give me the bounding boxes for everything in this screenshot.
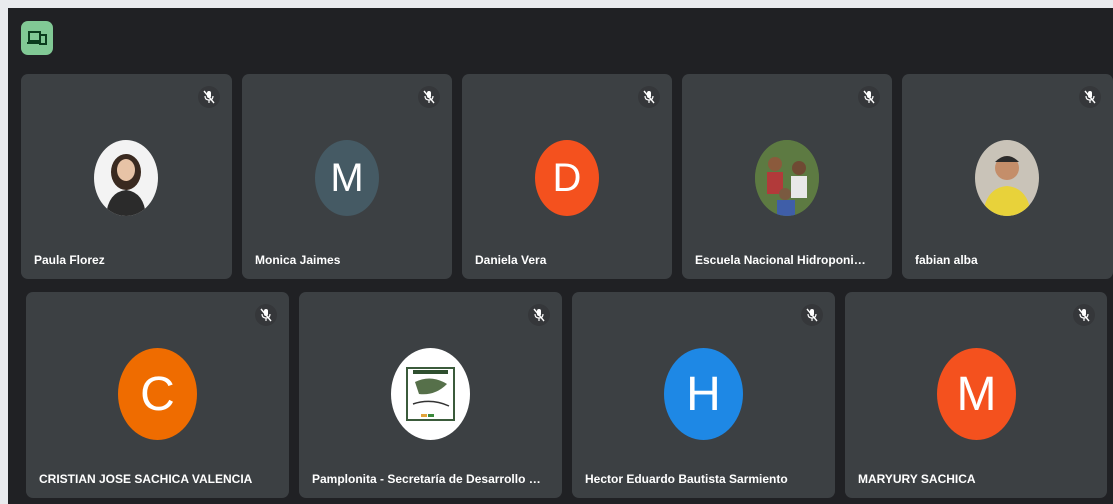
participant-tile[interactable]: M MARYURY SACHICA [845,292,1107,498]
participant-tile[interactable]: M Monica Jaimes [242,74,452,279]
avatar: M [315,140,379,216]
mic-off-icon [198,86,220,108]
avatar: H [664,348,743,440]
participant-name: MARYURY SACHICA [858,472,976,486]
participant-name: Hector Eduardo Bautista Sarmiento [585,472,788,486]
mic-off-icon [418,86,440,108]
person-photo-icon [975,140,1039,216]
participant-tile[interactable]: Pamplonita - Secretaría de Desarrollo Pr… [299,292,562,498]
participant-tile[interactable]: Paula Florez [21,74,232,279]
avatar-initial: M [956,367,997,421]
participant-name: Daniela Vera [475,253,547,267]
avatar: D [535,140,599,216]
avatar-initial: H [686,367,721,421]
meeting-stage: Paula Florez M Monica Jaimes D Daniela V… [8,8,1113,504]
mic-off-icon [528,304,550,326]
group-photo-icon [755,140,819,216]
participant-name: Monica Jaimes [255,253,341,267]
mic-off-icon [801,304,823,326]
participant-tile[interactable]: D Daniela Vera [462,74,672,279]
devices-icon[interactable] [21,21,53,55]
logo-icon [391,348,470,440]
participant-tile[interactable]: H Hector Eduardo Bautista Sarmiento [572,292,835,498]
person-photo-icon [94,140,158,216]
participant-name: Pamplonita - Secretaría de Desarrollo Pr… [312,472,542,486]
participant-name: CRISTIAN JOSE SACHICA VALENCIA [39,472,253,486]
participant-name: Paula Florez [34,253,105,267]
avatar: C [118,348,197,440]
avatar-initial: M [330,155,364,200]
mic-off-icon [638,86,660,108]
mic-off-icon [1073,304,1095,326]
mic-off-icon [858,86,880,108]
avatar: M [937,348,1016,440]
participant-tile[interactable]: C CRISTIAN JOSE SACHICA VALENCIA [26,292,289,498]
participant-tile[interactable]: Escuela Nacional Hidroponia Y A... [682,74,892,279]
mic-off-icon [255,304,277,326]
participant-tile[interactable]: fabian alba [902,74,1113,279]
avatar-initial: D [552,155,582,200]
mic-off-icon [1079,86,1101,108]
avatar-initial: C [140,367,175,421]
participant-name: Escuela Nacional Hidroponia Y A... [695,253,872,267]
participant-name: fabian alba [915,253,978,267]
